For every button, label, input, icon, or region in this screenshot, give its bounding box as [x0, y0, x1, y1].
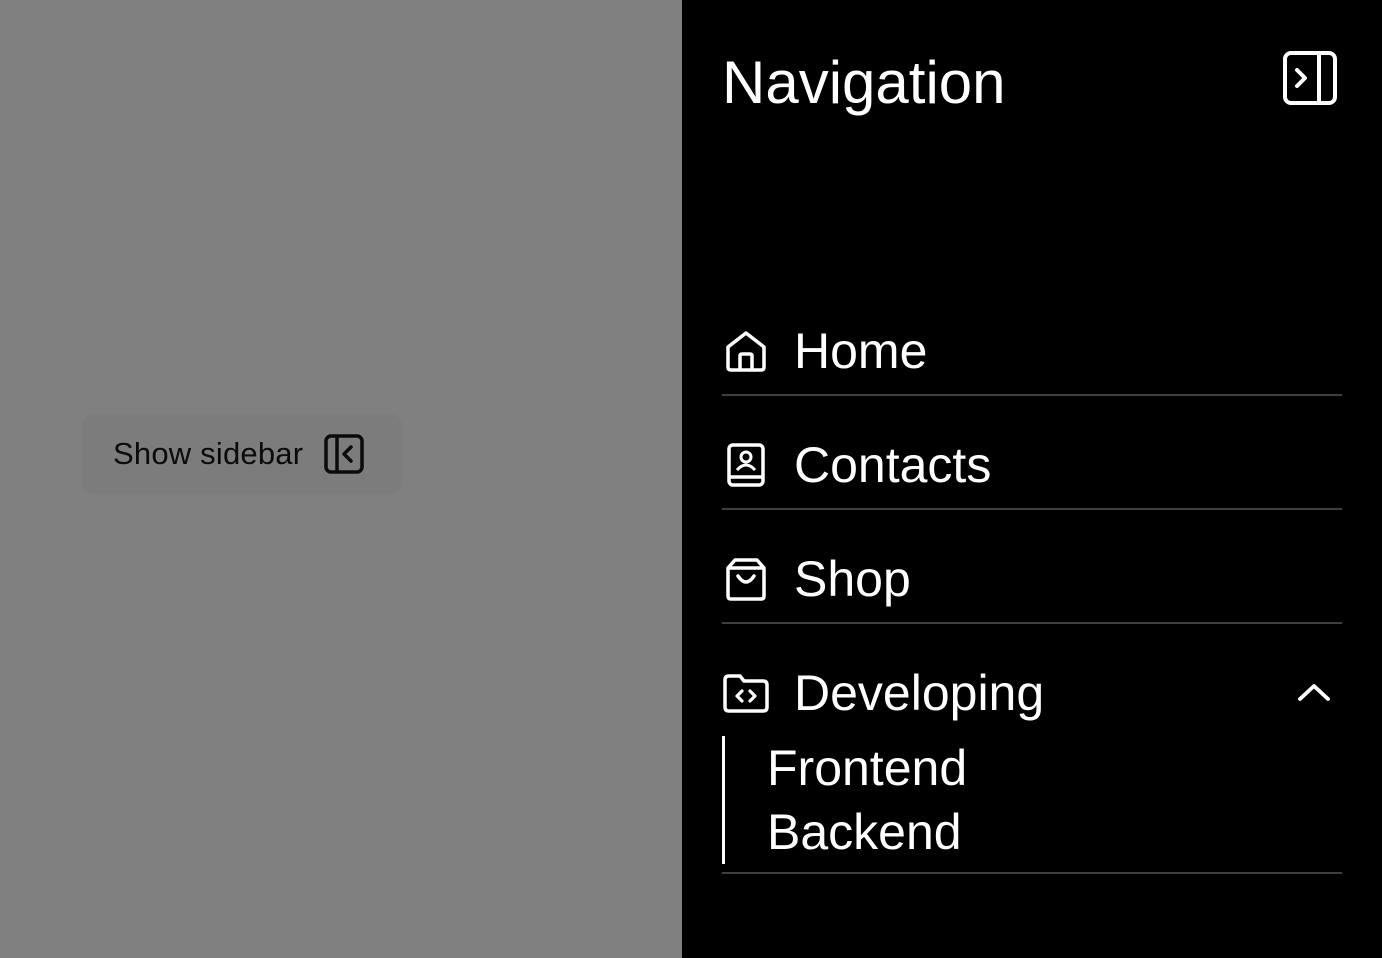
nav-item-home[interactable]: Home — [722, 308, 1342, 396]
nav-subgroup: Frontend Backend — [722, 736, 1342, 864]
nav-item-shop-label: Shop — [794, 551, 911, 607]
show-sidebar-label: Show sidebar — [113, 436, 304, 471]
page: Show sidebar Navigation Home Contacts Sh… — [0, 0, 1382, 958]
collapse-sidebar-button[interactable] — [1280, 50, 1340, 110]
nav-group-developing-label: Developing — [794, 665, 1045, 721]
sidebar: Navigation Home Contacts Shop Developing… — [682, 0, 1382, 958]
sidebar-expand-icon — [323, 433, 365, 475]
home-icon — [722, 327, 770, 375]
nav-item-shop[interactable]: Shop — [722, 536, 1342, 624]
nav-item-contacts-label: Contacts — [794, 437, 992, 493]
nav-list: Home Contacts Shop Developing Frontend B… — [722, 308, 1342, 874]
sidebar-collapse-icon — [1282, 50, 1338, 111]
subnav-item-backend[interactable]: Backend — [767, 800, 1342, 864]
contact-book-icon — [722, 441, 770, 489]
nav-group-developing-header[interactable]: Developing — [722, 650, 1342, 736]
sidebar-title: Navigation — [722, 49, 1006, 116]
nav-item-home-label: Home — [794, 323, 928, 379]
show-sidebar-button[interactable]: Show sidebar — [82, 414, 402, 494]
nav-group-developing: Developing Frontend Backend — [722, 650, 1342, 874]
subnav-item-frontend[interactable]: Frontend — [767, 736, 1342, 800]
chevron-up-icon[interactable] — [1294, 672, 1334, 712]
shopping-bag-icon — [722, 555, 770, 603]
nav-item-contacts[interactable]: Contacts — [722, 422, 1342, 510]
folder-code-icon — [722, 669, 770, 717]
